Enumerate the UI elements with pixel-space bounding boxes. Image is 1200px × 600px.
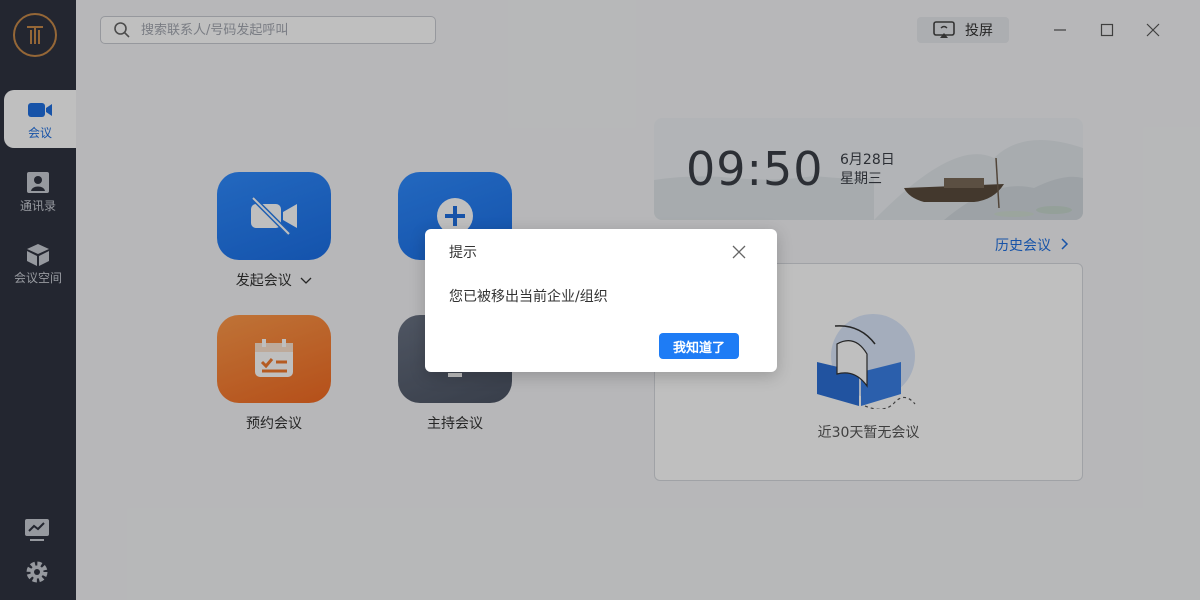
dialog-message: 您已被移出当前企业/组织 xyxy=(449,289,608,305)
notice-dialog: 提示 您已被移出当前企业/组织 我知道了 xyxy=(425,229,777,372)
acknowledge-button[interactable]: 我知道了 xyxy=(659,333,739,359)
dialog-title: 提示 xyxy=(449,245,477,261)
close-icon xyxy=(732,245,746,259)
dialog-close-button[interactable] xyxy=(729,242,749,262)
